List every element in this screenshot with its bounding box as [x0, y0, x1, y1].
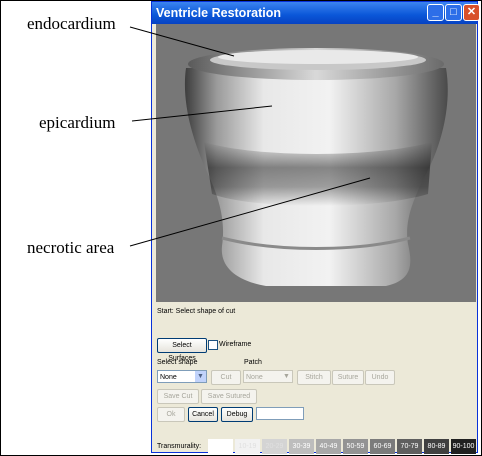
select-shape-label: Select shape: [157, 359, 198, 366]
transmurality-cell: 70-79: [397, 439, 422, 454]
3d-viewport[interactable]: [156, 24, 476, 302]
status-text: Start: Select shape of cut: [157, 308, 236, 315]
maximize-button[interactable]: □: [445, 4, 462, 21]
debug-button[interactable]: Debug: [221, 407, 253, 422]
transmurality-cell: 20-29: [262, 439, 287, 454]
transmurality-cell: 90-100: [451, 439, 476, 454]
suture-button[interactable]: Suture: [332, 370, 364, 385]
shape-select[interactable]: None ▼: [157, 370, 207, 383]
debug-input[interactable]: [256, 407, 304, 420]
save-sutured-button[interactable]: Save Sutured: [201, 389, 257, 404]
ok-button[interactable]: Ok: [157, 407, 185, 422]
wireframe-checkbox[interactable]: [208, 340, 218, 350]
cut-button[interactable]: Cut: [211, 370, 241, 385]
minimize-button[interactable]: _: [427, 4, 444, 21]
undo-button[interactable]: Undo: [365, 370, 395, 385]
chevron-down-icon: ▼: [281, 371, 292, 382]
patch-select-value: None: [246, 374, 263, 381]
save-cut-button[interactable]: Save Cut: [157, 389, 199, 404]
window-title: Ventricle Restoration: [156, 6, 282, 20]
ventricle-restoration-window: Ventricle Restoration _ □ ✕ Start: Selec…: [151, 1, 480, 454]
ventricle-render: [184, 48, 448, 286]
cancel-button[interactable]: Cancel: [188, 407, 218, 422]
epicardium-label: epicardium: [39, 113, 116, 132]
stitch-button[interactable]: Stitch: [297, 370, 331, 385]
wireframe-label: Wireframe: [219, 341, 252, 348]
close-button[interactable]: ✕: [463, 4, 480, 21]
chevron-down-icon: ▼: [195, 371, 206, 382]
patch-label: Patch: [244, 359, 262, 366]
transmurality-label: Transmurality:: [157, 443, 202, 450]
transmurality-cell: 10-19: [235, 439, 260, 454]
title-bar[interactable]: Ventricle Restoration _ □ ✕: [152, 2, 480, 24]
transmurality-cell: 0-9: [208, 439, 233, 454]
transmurality-cell: 80-89: [424, 439, 449, 454]
shape-select-value: None: [160, 374, 177, 381]
select-surfaces-button[interactable]: Select Surfaces: [157, 338, 207, 362]
transmurality-cell: 60-69: [370, 439, 395, 454]
endocardium-label: endocardium: [27, 14, 116, 33]
transmurality-cell: 50-59: [343, 439, 368, 454]
transmurality-cell: 30-39: [289, 439, 314, 454]
patch-select[interactable]: None ▼: [243, 370, 293, 383]
transmurality-cell: 40-49: [316, 439, 341, 454]
necrotic-area-label: necrotic area: [27, 238, 115, 257]
